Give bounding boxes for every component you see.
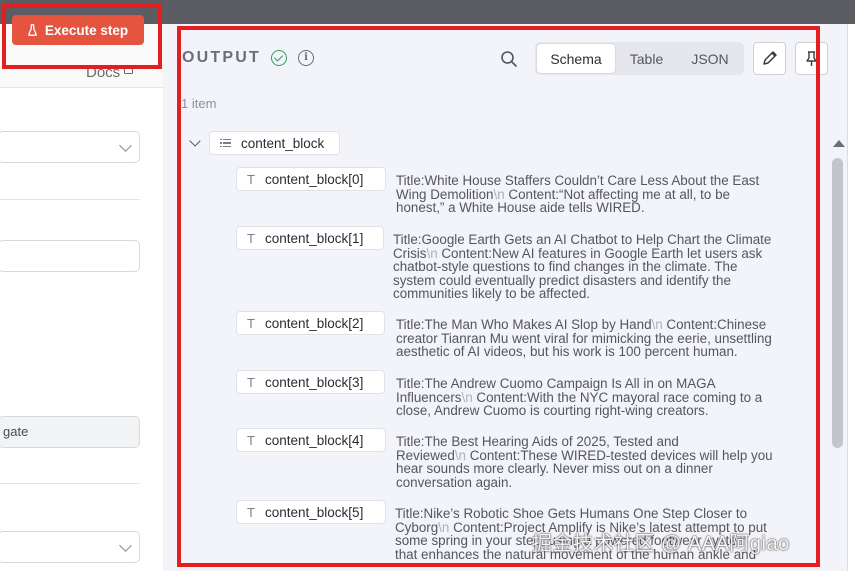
highlight-box-execute xyxy=(2,4,162,69)
divider xyxy=(0,199,140,200)
divider xyxy=(0,483,140,484)
highlight-box-output xyxy=(177,26,820,567)
scroll-thumb[interactable] xyxy=(832,158,843,448)
scroll-up-arrow-icon[interactable] xyxy=(833,140,845,147)
select-field-1[interactable] xyxy=(0,131,140,163)
watermark: 掘金技术社区 @ AAA阿giao xyxy=(532,533,790,555)
text-field[interactable] xyxy=(0,240,140,272)
gate-field-value: gate xyxy=(3,424,29,439)
chevron-down-icon xyxy=(119,139,132,152)
select-field-2[interactable] xyxy=(0,531,140,563)
right-edge xyxy=(847,24,855,571)
gate-field[interactable]: gate xyxy=(0,416,140,448)
chevron-down-icon xyxy=(119,539,132,552)
scrollbar[interactable] xyxy=(830,132,845,562)
